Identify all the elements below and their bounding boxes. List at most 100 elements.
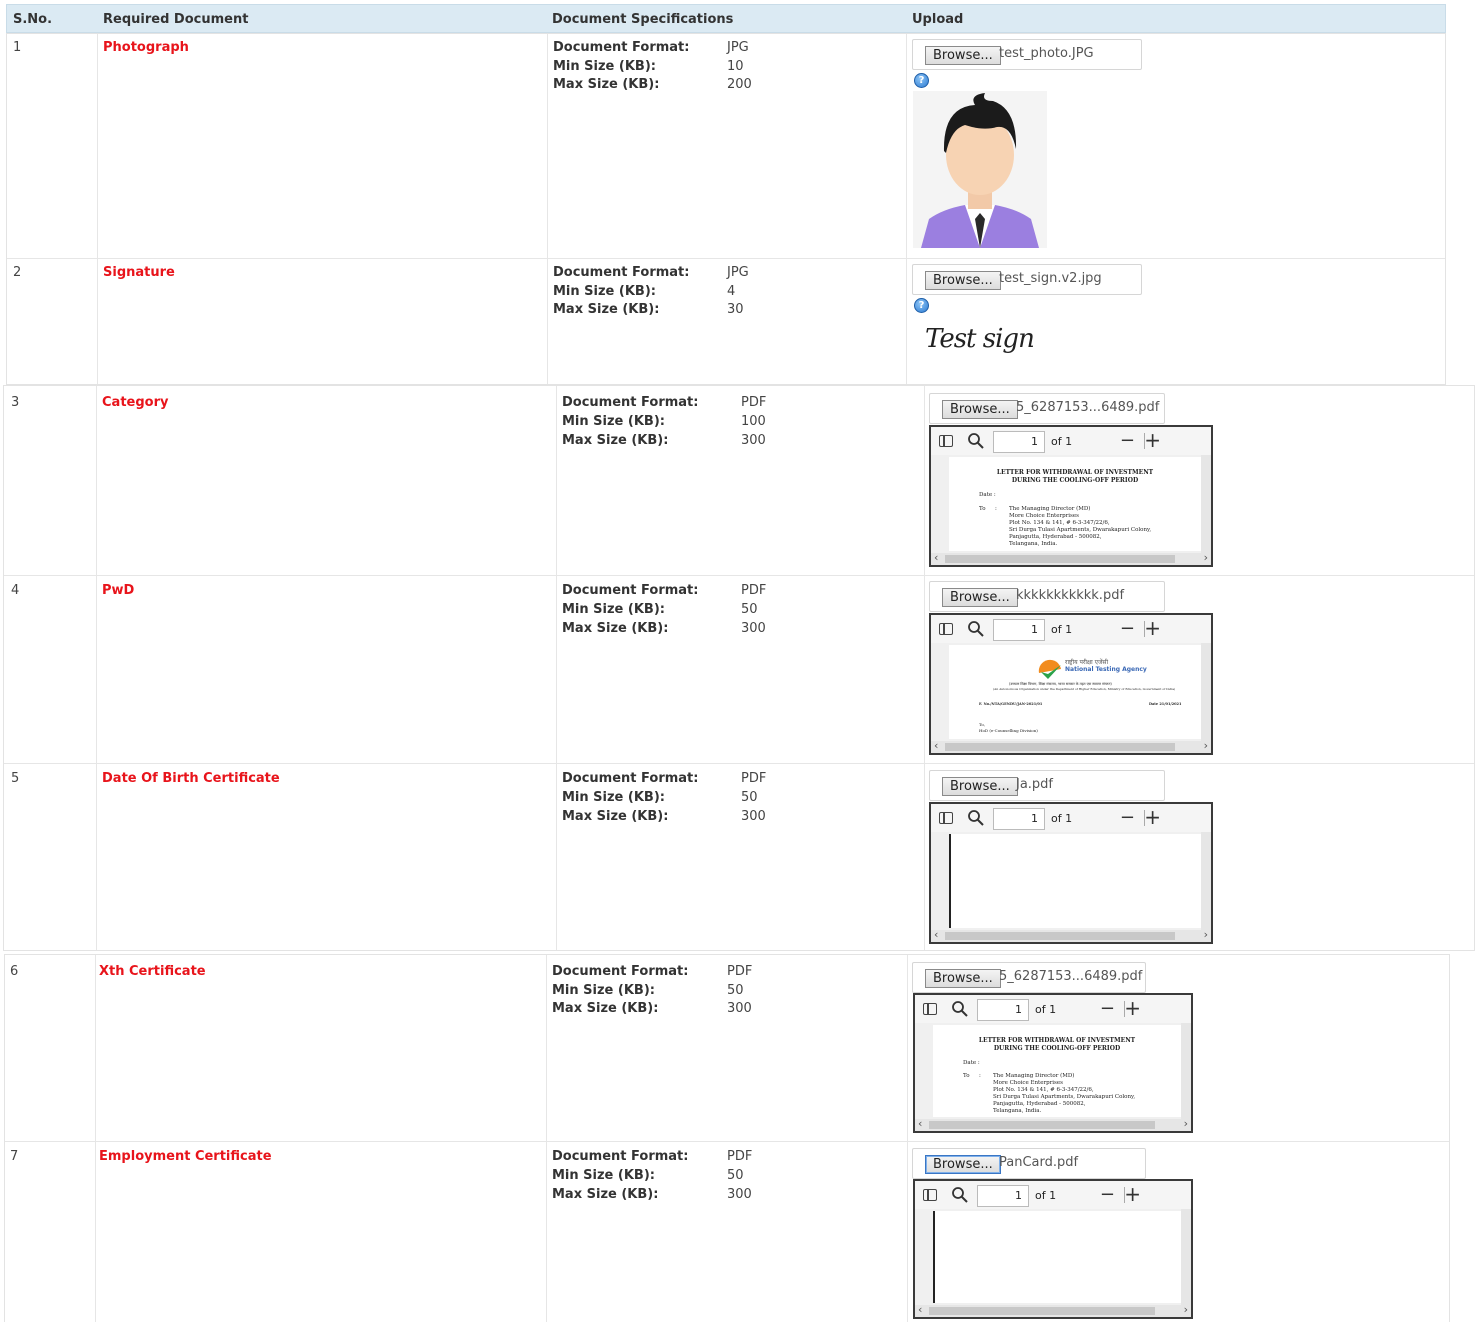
sidebar-toggle-icon[interactable]	[939, 812, 953, 824]
pdf-page	[949, 834, 1201, 928]
row-7-format-value: PDF	[727, 1149, 753, 1164]
row-1-sno: 1	[13, 40, 22, 55]
sidebar-toggle-icon[interactable]	[939, 435, 953, 447]
row-1-doc-name: Photograph	[103, 40, 189, 55]
row-1-max-label: Max Size (KB):	[553, 77, 660, 92]
row-1-file-input[interactable]: Browse... test_photo.JPG	[912, 39, 1142, 70]
zoom-in-button[interactable]: +	[1144, 616, 1161, 640]
sidebar-toggle-icon[interactable]	[923, 1003, 937, 1015]
row-2-min-value: 4	[727, 284, 736, 299]
page-number-input[interactable]: 1	[993, 808, 1045, 830]
sidebar-toggle-icon[interactable]	[923, 1189, 937, 1201]
row-4-max-value: 300	[741, 621, 766, 636]
horizontal-scrollbar[interactable]: ‹ ›	[931, 551, 1211, 565]
row-4-doc-name: PwD	[102, 583, 135, 598]
row-4-pdf-viewer[interactable]: 1 of 1 − + राष्ट्रीय परीक्षा एजेंसी Nati…	[929, 613, 1213, 755]
row-5-doc-name: Date Of Birth Certificate	[102, 771, 280, 786]
page-count: of 1	[1035, 1003, 1057, 1016]
row-6-file-input[interactable]: Browse... 5_6287153...6489.pdf	[912, 962, 1146, 993]
header-required-document: Required Document	[103, 12, 249, 27]
search-icon[interactable]	[967, 809, 985, 827]
row-2-help-icon[interactable]: ?	[914, 298, 929, 313]
horizontal-scrollbar[interactable]: ‹ ›	[931, 928, 1211, 942]
row-4-max-label: Max Size (KB):	[562, 621, 669, 636]
zoom-out-button[interactable]: −	[1120, 430, 1135, 451]
row-4-format-label: Document Format:	[562, 583, 699, 598]
row-4-browse-button[interactable]: Browse...	[942, 588, 1018, 607]
page-count: of 1	[1051, 435, 1073, 448]
row-6-sno: 6	[10, 964, 19, 979]
row-3-browse-button[interactable]: Browse...	[942, 400, 1018, 419]
row-5-browse-button[interactable]: Browse...	[942, 777, 1018, 796]
search-icon[interactable]	[967, 620, 985, 638]
search-icon[interactable]	[951, 1000, 969, 1018]
search-icon[interactable]	[967, 432, 985, 450]
row-3-min-value: 100	[741, 414, 766, 429]
row-4-min-value: 50	[741, 602, 758, 617]
zoom-out-button[interactable]: −	[1120, 807, 1135, 828]
row-5-format-value: PDF	[741, 771, 767, 786]
row-2-file-name: test_sign.v2.jpg	[999, 271, 1102, 286]
page-number-input[interactable]: 1	[993, 431, 1045, 453]
row-6-browse-button[interactable]: Browse...	[925, 969, 1001, 988]
row-5-file-name: Ja.pdf	[1016, 777, 1054, 792]
row-7-file-name: PanCard.pdf	[999, 1155, 1079, 1170]
row-5-file-input[interactable]: Browse... Ja.pdf	[929, 770, 1165, 801]
row-2-sno: 2	[13, 265, 22, 280]
row-6-max-value: 300	[727, 1001, 752, 1016]
row-5-min-label: Min Size (KB):	[562, 790, 665, 805]
page-count: of 1	[1035, 1189, 1057, 1202]
row-1-min-label: Min Size (KB):	[553, 59, 656, 74]
search-icon[interactable]	[951, 1186, 969, 1204]
table-section-b: 3 Category Document Format: Min Size (KB…	[3, 385, 1475, 951]
pdf-toolbar: 1 of 1 − +	[931, 804, 1211, 832]
row-1-browse-button[interactable]: Browse...	[925, 46, 1001, 65]
row-3-format-value: PDF	[741, 395, 767, 410]
row-3-pdf-viewer[interactable]: 1 of 1 − + LETTER FOR WITHDRAWAL OF INVE…	[929, 425, 1213, 567]
row-7-browse-button[interactable]: Browse...	[925, 1155, 1001, 1174]
row-2-min-label: Min Size (KB):	[553, 284, 656, 299]
page-number-input[interactable]: 1	[993, 619, 1045, 641]
row-3-max-value: 300	[741, 433, 766, 448]
row-5-sno: 5	[11, 771, 20, 786]
row-3-file-input[interactable]: Browse... 5_6287153...6489.pdf	[929, 393, 1165, 424]
row-1-help-icon[interactable]: ?	[914, 73, 929, 88]
row-6-format-value: PDF	[727, 964, 753, 979]
row-7-min-value: 50	[727, 1168, 744, 1183]
horizontal-scrollbar[interactable]: ‹ ›	[915, 1117, 1191, 1131]
row-7-pdf-viewer[interactable]: 1 of 1 − + ‹ ›	[913, 1179, 1193, 1319]
row-2-format-value: JPG	[727, 265, 749, 280]
zoom-out-button[interactable]: −	[1100, 998, 1115, 1019]
row-4-format-value: PDF	[741, 583, 767, 598]
table-section-a: 1 Photograph Document Format: Min Size (…	[6, 33, 1446, 385]
row-7-file-input[interactable]: Browse... PanCard.pdf	[912, 1148, 1146, 1179]
row-5-pdf-viewer[interactable]: 1 of 1 − + ‹ ›	[929, 802, 1213, 944]
horizontal-scrollbar[interactable]: ‹ ›	[915, 1303, 1191, 1317]
page-number-input[interactable]: 1	[977, 999, 1029, 1021]
row-6-min-value: 50	[727, 983, 744, 998]
page-number-input[interactable]: 1	[977, 1185, 1029, 1207]
zoom-in-button[interactable]: +	[1144, 428, 1161, 452]
avatar-image	[913, 91, 1047, 248]
page-count: of 1	[1051, 623, 1073, 636]
pdf-page: LETTER FOR WITHDRAWAL OF INVESTMENT DURI…	[949, 457, 1201, 551]
row-6-pdf-viewer[interactable]: 1 of 1 − + LETTER FOR WITHDRAWAL OF INVE…	[913, 993, 1193, 1133]
zoom-in-button[interactable]: +	[1124, 996, 1141, 1020]
row-1-min-value: 10	[727, 59, 744, 74]
row-7-min-label: Min Size (KB):	[552, 1168, 655, 1183]
row-2-browse-button[interactable]: Browse...	[925, 271, 1001, 290]
zoom-in-button[interactable]: +	[1144, 805, 1161, 829]
zoom-in-button[interactable]: +	[1124, 1182, 1141, 1206]
pdf-page: राष्ट्रीय परीक्षा एजेंसी National Testin…	[949, 645, 1201, 739]
zoom-out-button[interactable]: −	[1100, 1184, 1115, 1205]
row-4-file-input[interactable]: Browse... kkkkkkkkkkk.pdf	[929, 581, 1165, 612]
row-7-sno: 7	[10, 1149, 19, 1164]
zoom-out-button[interactable]: −	[1120, 618, 1135, 639]
sidebar-toggle-icon[interactable]	[939, 623, 953, 635]
row-4-file-name: kkkkkkkkkkk.pdf	[1016, 588, 1125, 603]
row-2-file-input[interactable]: Browse... test_sign.v2.jpg	[912, 264, 1142, 295]
row-4-min-label: Min Size (KB):	[562, 602, 665, 617]
row-5-min-value: 50	[741, 790, 758, 805]
horizontal-scrollbar[interactable]: ‹ ›	[931, 739, 1211, 753]
pdf-page	[933, 1211, 1181, 1303]
